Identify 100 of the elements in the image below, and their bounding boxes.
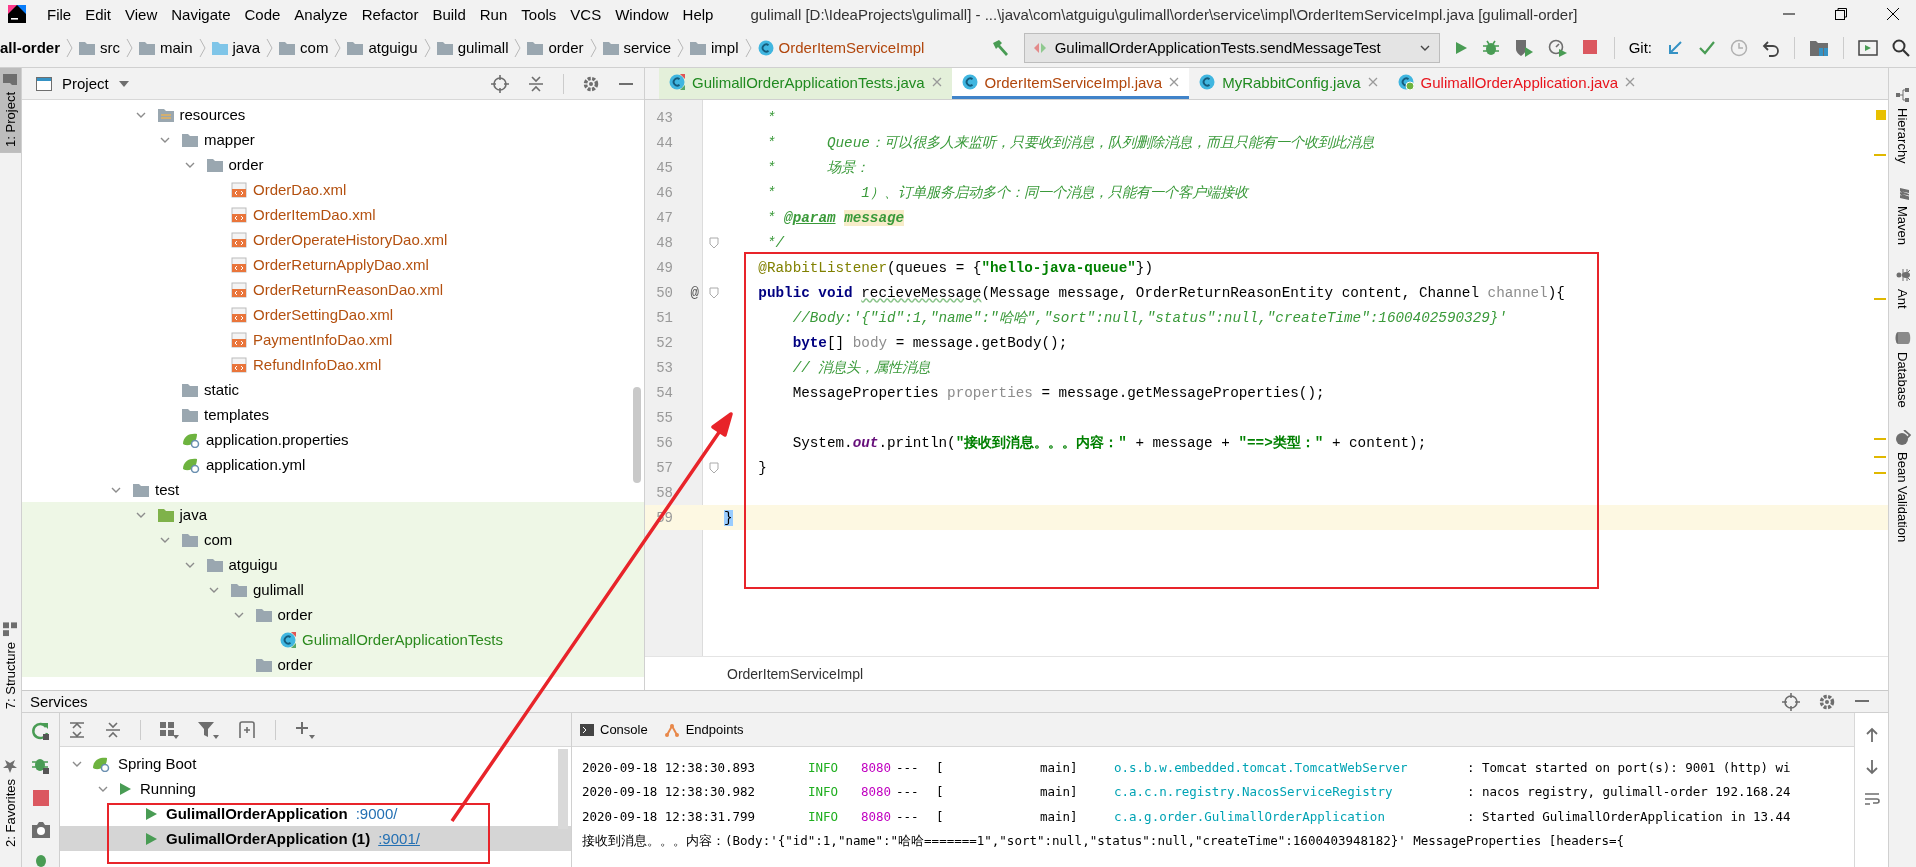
tree-item[interactable]: OrderSettingDao.xml [22,302,644,327]
update-icon[interactable] [1666,38,1684,57]
breadcrumb-item[interactable]: com [273,33,335,62]
restore-icon[interactable] [1834,7,1848,21]
tree-item[interactable]: Spring Boot [60,751,571,776]
breadcrumb-item[interactable]: src [73,33,126,62]
tree-item[interactable]: OrderReturnApplyDao.xml [22,252,644,277]
menu-item[interactable]: Navigate [164,3,238,25]
stop-icon[interactable] [31,789,50,807]
filter-icon[interactable] [197,720,219,739]
tool-window-tab[interactable]: Ant [1890,266,1915,309]
soft-wrap-icon[interactable] [1863,791,1880,807]
editor-tab[interactable]: GulimallOrderApplication.java [1387,68,1646,99]
breadcrumb-item[interactable]: OrderItemServiceImpl [751,33,931,62]
fold-marker-icon[interactable] [708,236,719,249]
tool-window-tab[interactable]: 7: Structure [0,615,21,716]
tool-window-tab[interactable]: 1: Project [0,68,21,153]
tree-item[interactable]: order [22,652,644,677]
tree-item[interactable]: resources [22,102,644,127]
settings-icon[interactable] [582,74,600,93]
tree-item[interactable]: OrderOperateHistoryDao.xml [22,227,644,252]
coverage-icon[interactable] [1513,38,1534,57]
breadcrumb-item[interactable]: java [205,33,267,62]
tree-item[interactable]: application.properties [22,427,644,452]
breadcrumb-item[interactable]: main [133,33,199,62]
scrollbar-thumb[interactable] [558,749,568,829]
run-icon[interactable] [1453,40,1468,55]
gutter-icon[interactable]: @ [690,284,699,301]
menu-item[interactable]: Edit [78,3,119,25]
undo-icon[interactable] [1762,38,1780,57]
menu-item[interactable]: Run [472,3,515,25]
menu-item[interactable]: File [40,3,79,25]
locate-icon[interactable] [491,74,509,93]
settings-icon[interactable] [1818,692,1836,711]
debug-icon[interactable] [1481,38,1500,57]
menu-item[interactable]: VCS [563,3,609,25]
tree-item[interactable]: com [22,527,644,552]
tool-window-tab[interactable]: Hierarchy [1890,88,1915,164]
tool-window-tab[interactable]: Bean Validation [1890,429,1915,542]
stop-icon[interactable] [1581,38,1600,57]
tool-window-tab[interactable]: Database [1890,330,1915,408]
tree-item[interactable]: OrderDao.xml [22,177,644,202]
tree-item[interactable]: OrderReturnReasonDao.xml [22,277,644,302]
editor-tab[interactable]: GulimallOrderApplicationTests.java [659,68,952,99]
collapse-all-icon[interactable] [527,74,545,93]
panel-title-dropdown[interactable]: Project [32,75,133,92]
service-name[interactable]: GulimallOrderApplication [166,805,348,822]
tree-item[interactable]: mapper [22,127,644,152]
tree-item[interactable]: test [22,477,644,502]
locate-icon[interactable] [1782,692,1800,711]
camera-icon[interactable] [30,821,51,839]
menu-item[interactable]: Analyze [287,3,355,25]
port-link[interactable]: :9001/ [378,830,420,847]
tree-item[interactable]: java [22,502,644,527]
editor-tab[interactable]: OrderItemServiceImpl.java [951,68,1190,99]
fold-marker-icon[interactable] [708,461,719,474]
tree-item[interactable]: GulimallOrderApplicationTests [22,627,644,652]
port-link[interactable]: :9000/ [355,805,398,822]
menu-item[interactable]: Build [425,3,473,25]
group-by-icon[interactable] [159,720,179,739]
expand-all-icon[interactable] [68,720,86,739]
profiler-icon[interactable] [1547,38,1568,57]
tree-item[interactable]: static [22,377,644,402]
editor-tab[interactable]: MyRabbitConfig.java [1189,68,1388,99]
new-tab-icon[interactable] [237,720,257,739]
add-icon[interactable] [294,719,316,740]
console-tab[interactable]: Console [580,722,648,737]
menu-item[interactable]: Code [237,3,288,25]
tree-item[interactable]: application.yml [22,452,644,477]
fold-marker-icon[interactable] [708,286,719,299]
run-configuration-dropdown[interactable]: GulimallOrderApplicationTests.sendMessageTest [1023,32,1440,63]
menu-item[interactable]: Help [675,3,721,25]
tool-window-tab[interactable]: 2: Favorites [0,753,21,853]
menu-item[interactable]: Window [608,3,676,25]
tree-item[interactable]: order [22,152,644,177]
terminal-window-icon[interactable] [1858,38,1878,57]
tree-item[interactable]: Running [60,776,571,801]
tree-item[interactable]: order [22,602,644,627]
tree-item[interactable]: OrderItemDao.xml [22,202,644,227]
rerun-icon[interactable] [30,721,51,741]
service-name[interactable]: GulimallOrderApplication (1) [166,830,371,847]
tree-item[interactable]: templates [22,402,644,427]
search-icon[interactable] [1892,38,1910,57]
breadcrumb-item[interactable]: order [521,33,590,62]
menu-item[interactable]: Tools [514,3,564,25]
scrollbar-thumb[interactable] [633,387,641,483]
tree-item[interactable]: PaymentInfoDao.xml [22,327,644,352]
menu-item[interactable]: View [118,3,165,25]
breadcrumb-item[interactable]: all-order [0,33,66,62]
tree-item[interactable]: RefundInfoDao.xml [22,352,644,377]
breadcrumb-item[interactable]: gulimall [430,33,515,62]
menu-item[interactable]: Refactor [354,3,426,25]
project-structure-icon[interactable] [1809,38,1829,57]
tree-item[interactable]: atguigu [22,552,644,577]
breadcrumb-item[interactable]: atguigu [341,33,424,62]
close-icon[interactable] [1886,7,1900,21]
tree-item[interactable]: gulimall [22,577,644,602]
collapse-all-icon[interactable] [104,720,122,739]
breadcrumb-item[interactable]: impl [684,33,745,62]
tool-window-tab[interactable]: Maven [1890,185,1915,245]
